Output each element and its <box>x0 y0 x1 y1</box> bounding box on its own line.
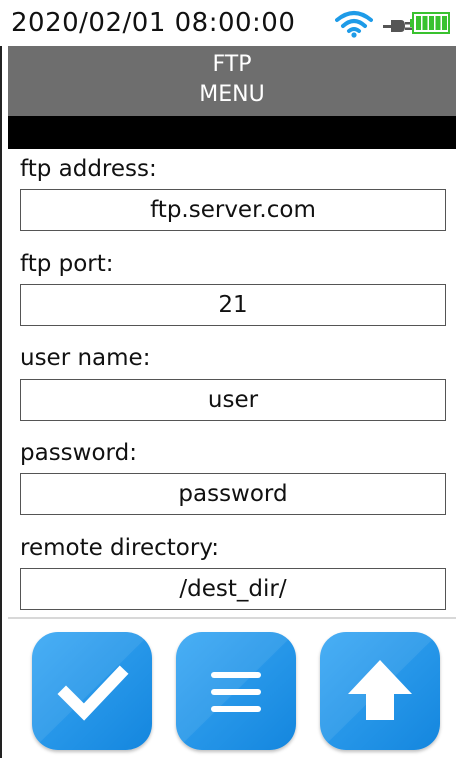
user-name-label: user name: <box>20 345 151 371</box>
clock-datetime: 2020/02/01 08:00:00 <box>11 8 296 38</box>
title-line-2: MENU <box>199 82 265 107</box>
remote-directory-field[interactable]: /dest_dir/ <box>20 568 446 610</box>
ftp-address-label: ftp address: <box>20 156 157 182</box>
user-name-field[interactable]: user <box>20 379 446 421</box>
confirm-button[interactable] <box>32 632 152 750</box>
header-separator-bar <box>8 116 456 149</box>
title-bar: FTP MENU <box>8 46 456 116</box>
status-bar: 2020/02/01 08:00:00 <box>0 0 457 46</box>
button-area-divider <box>8 617 456 619</box>
battery-icon <box>410 12 450 34</box>
title-line-1: FTP <box>212 52 252 77</box>
password-field[interactable]: password <box>20 473 446 515</box>
password-label: password: <box>20 440 137 466</box>
ftp-port-label: ftp port: <box>20 251 114 277</box>
hamburger-menu-icon <box>176 632 296 750</box>
menu-button[interactable] <box>176 632 296 750</box>
upload-arrow-icon <box>320 632 440 750</box>
upload-button[interactable] <box>320 632 440 750</box>
ftp-port-field[interactable]: 21 <box>20 284 446 326</box>
ftp-address-field[interactable]: ftp.server.com <box>20 189 446 231</box>
plug-icon <box>383 20 412 32</box>
wifi-icon <box>335 11 373 38</box>
checkmark-icon <box>32 632 152 750</box>
remote-directory-label: remote directory: <box>20 535 220 561</box>
